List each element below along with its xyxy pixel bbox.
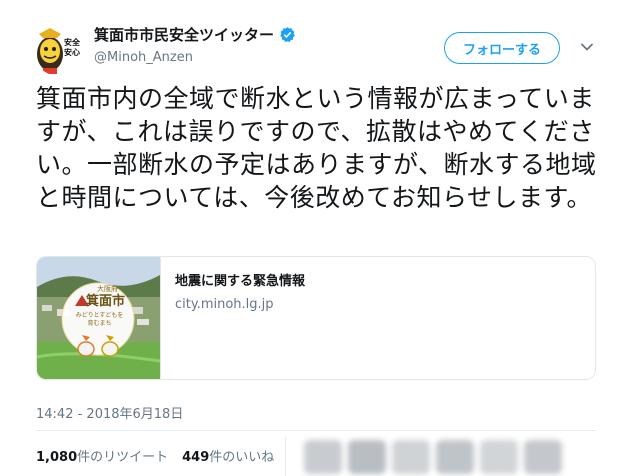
avatar-tag-line: 安全 [64, 38, 80, 47]
like-count: 449 [182, 450, 210, 465]
blurred-user-avatars [304, 440, 562, 474]
chevron-down-icon[interactable] [580, 40, 594, 54]
emblem-text: 大阪府 箕面市 みどりとすどもを 育むまち [62, 285, 137, 328]
retweet-count: 1,080 [36, 450, 78, 465]
emblem-slogan: 育むまち [87, 320, 112, 327]
avatar-tag-line: 安心 [64, 48, 80, 57]
follow-button[interactable]: フォローする [444, 32, 560, 64]
account-handle[interactable]: @Minoh_Anzen [94, 50, 193, 65]
tweet-timestamp[interactable]: 14:42 - 2018年6月18日 [36, 403, 183, 422]
card-title[interactable]: 地震に関する緊急情報 [175, 270, 305, 289]
divider [36, 430, 596, 431]
avatar-tag: 安全 安心 [64, 38, 80, 58]
retweet-stat[interactable]: 1,080件のリツイート [36, 446, 168, 465]
verified-badge-icon [280, 27, 295, 43]
avatar[interactable]: 安全 安心 [33, 24, 85, 76]
account-name-row[interactable]: 箕面市市民安全ツイッター [94, 24, 296, 45]
card-body[interactable]: 地震に関する緊急情報 city.minoh.lg.jp [161, 257, 319, 379]
like-stat[interactable]: 449件のいいね [182, 446, 274, 465]
tweet-stats: 1,080件のリツイート 449件のいいね [36, 446, 274, 465]
emblem-prefecture: 大阪府 [97, 285, 118, 293]
display-name[interactable]: 箕面市市民安全ツイッター [94, 24, 274, 45]
card-domain: city.minoh.lg.jp [175, 297, 274, 312]
link-card[interactable]: 大阪府 箕面市 みどりとすどもを 育むまち 地震に関する緊急情報 city.mi… [36, 256, 596, 380]
emblem-slogan: みどりとすどもを [75, 312, 124, 319]
stats-separator [285, 436, 286, 476]
like-label: 件のいいね [209, 450, 275, 465]
emblem-city-name: 箕面市 [85, 294, 125, 309]
card-thumbnail: 大阪府 箕面市 みどりとすどもを 育むまち [37, 257, 161, 379]
tweet-text: 箕面市内の全域で断水という情報が広まっていますが、これは誤りですので、拡散はやめ… [36, 84, 597, 212]
retweet-label: 件のリツイート [77, 450, 169, 465]
